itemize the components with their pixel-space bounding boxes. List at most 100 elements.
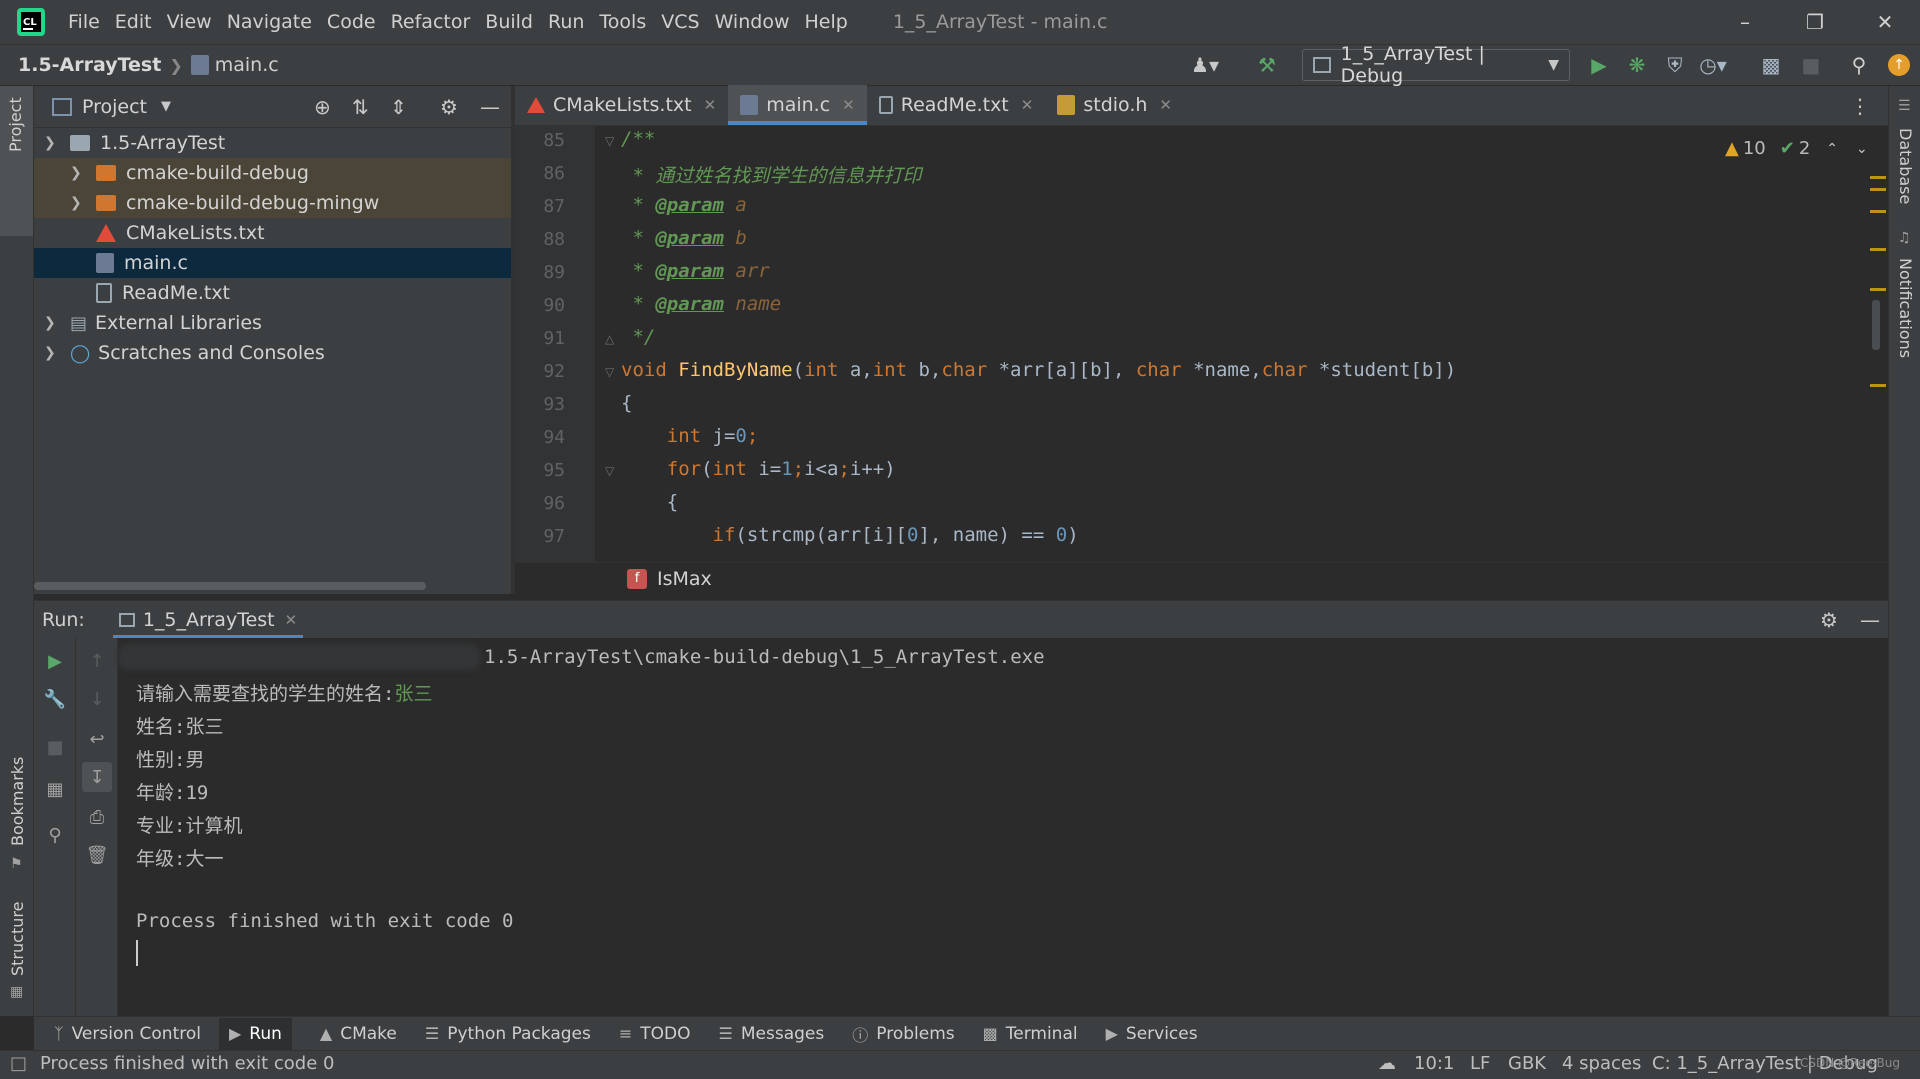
tab-terminal[interactable]: ▩ Terminal [983,1024,1078,1044]
collapse-all-icon[interactable]: ⇕ [390,95,407,119]
tree-item-external-libraries[interactable]: ❯ ▤ External Libraries [34,308,511,338]
soft-wrap-icon[interactable]: ↩ [84,726,110,752]
tree-item-cmake-build-debug-mingw[interactable]: ❯ cmake-build-debug-mingw [34,188,511,218]
hide-panel-icon[interactable]: — [1860,608,1880,632]
tree-item-cmakelists[interactable]: CMakeLists.txt [34,218,511,248]
layout-icon[interactable]: ▦ [42,776,68,802]
menu-help[interactable]: Help [804,11,847,33]
menu-build[interactable]: Build [485,11,533,33]
tab-run-config[interactable]: 1_5_ArrayTest ✕ [112,601,304,639]
chevron-right-icon[interactable]: ❯ [70,165,82,181]
menu-file[interactable]: File [68,11,100,33]
run-configuration-select[interactable]: 1_5_ArrayTest | Debug ▼ [1302,43,1570,87]
menu-view[interactable]: View [167,11,212,33]
scroll-to-end-icon[interactable]: ↧ [82,762,112,792]
tab-todo[interactable]: ≡ TODO [619,1024,691,1044]
chevron-down-icon[interactable]: ⌄ [1856,141,1868,157]
rerun-icon[interactable]: ▶ [42,648,68,674]
tab-readme[interactable]: ReadMe.txt ✕ [867,85,1046,125]
close-tab-icon[interactable]: ✕ [1021,96,1034,114]
debug-bug-icon[interactable]: ❋ [1622,50,1652,80]
tab-version-control[interactable]: ᛉ Version Control [54,1024,201,1044]
breadcrumb-project[interactable]: 1.5-ArrayTest [18,54,161,76]
sync-icon[interactable]: ☁ [1378,1053,1396,1074]
settings-gear-icon[interactable]: ⚙ [1820,608,1838,632]
coverage-icon[interactable]: ⛨ [1660,50,1690,80]
wrench-icon[interactable]: 🔧 [42,686,68,712]
close-button[interactable]: ✕ [1850,0,1920,44]
tree-item-readme[interactable]: ReadMe.txt [34,278,511,308]
expand-all-icon[interactable]: ⇅ [352,95,369,119]
tree-item-scratches[interactable]: ❯ ◯ Scratches and Consoles [34,338,511,368]
tab-main-c[interactable]: main.c ✕ [728,85,867,125]
restore-button[interactable]: ❐ [1780,0,1850,44]
locate-target-icon[interactable]: ⊕ [314,95,331,119]
caret-position[interactable]: 10:1 [1414,1053,1454,1074]
menu-navigate[interactable]: Navigate [227,11,312,33]
tab-run[interactable]: ▶ Run [218,1017,292,1050]
editor-breadcrumb[interactable]: f IsMax [515,562,1888,594]
close-tab-icon[interactable]: ✕ [842,96,855,114]
fold-icon[interactable]: ▽ [605,464,614,478]
vertical-scrollbar[interactable] [1872,300,1880,350]
tree-item-cmake-build-debug[interactable]: ❯ cmake-build-debug [34,158,511,188]
code-editor[interactable]: 85 86 87 88 89 90 91 92 93 94 95 96 97 ▽… [515,126,1888,562]
tab-messages[interactable]: ☰ Messages [719,1024,825,1044]
chevron-up-icon[interactable]: ⌃ [1826,141,1838,157]
fold-icon[interactable]: ▽ [605,134,614,148]
fold-icon[interactable]: △ [605,332,614,346]
close-tab-icon[interactable]: ✕ [1159,96,1172,114]
tab-cmake[interactable]: ▲ CMake [320,1024,397,1044]
indent-setting[interactable]: 4 spaces [1562,1053,1641,1074]
tab-cmakelists[interactable]: CMakeLists.txt ✕ [515,85,728,125]
menu-edit[interactable]: Edit [115,11,152,33]
notifications-tool-tab[interactable]: Notifications [1896,258,1915,358]
menu-window[interactable]: Window [715,11,790,33]
tab-stdio-h[interactable]: stdio.h ✕ [1045,85,1184,125]
database-tool-tab[interactable]: Database [1896,128,1915,204]
update-icon[interactable]: ↑ [1884,50,1914,80]
stop-icon[interactable]: ■ [1796,50,1826,80]
more-tabs-icon[interactable]: ⋮ [1850,94,1870,118]
breadcrumb-file[interactable]: main.c [215,54,279,76]
close-tab-icon[interactable]: ✕ [285,611,298,629]
file-encoding[interactable]: GBK [1508,1053,1546,1074]
inspection-widget[interactable]: ▲ 10 ✔ 2 ⌃ ⌄ [1725,138,1868,159]
tab-python-packages[interactable]: ☰ Python Packages [425,1024,591,1044]
tab-problems[interactable]: ⓘ Problems [852,1022,954,1046]
user-icon[interactable]: ♟▾ [1190,50,1220,80]
chevron-right-icon[interactable]: ❯ [70,195,82,211]
project-view-selector[interactable]: Project [82,96,147,118]
profiler-icon[interactable]: ◷▾ [1698,50,1728,80]
settings-gear-icon[interactable]: ⚙ [440,95,458,119]
chevron-right-icon[interactable]: ❯ [44,345,56,361]
fold-icon[interactable]: ▽ [605,365,614,379]
trash-icon[interactable]: 🗑 [84,842,110,868]
print-icon[interactable]: ⎙ [84,804,110,830]
stop-icon[interactable]: ■ [42,734,68,760]
search-icon[interactable]: ⚲ [1844,50,1874,80]
line-separator[interactable]: LF [1470,1053,1490,1074]
attach-process-icon[interactable]: ▩ [1756,50,1786,80]
arrow-up-icon[interactable]: ↑ [84,648,110,674]
build-hammer-icon[interactable]: ⚒ [1252,50,1282,80]
breadcrumb-function[interactable]: IsMax [657,568,712,590]
chevron-down-icon[interactable]: ❯ [44,135,56,151]
menu-tools[interactable]: Tools [599,11,646,33]
tree-item-root[interactable]: ❯ 1.5-ArrayTest [34,128,511,158]
project-tool-tab[interactable]: Project [6,97,25,152]
close-tab-icon[interactable]: ✕ [704,96,717,114]
panel-toggle-icon[interactable]: □ [10,1053,27,1074]
minimize-button[interactable]: – [1710,0,1780,44]
run-icon[interactable]: ▶ [1584,50,1614,80]
tab-services[interactable]: ▶ Services [1106,1024,1198,1044]
menu-code[interactable]: Code [327,11,376,33]
bookmarks-tool-tab[interactable]: Bookmarks [8,757,27,846]
structure-tool-tab[interactable]: Structure [8,902,27,976]
menu-refactor[interactable]: Refactor [391,11,471,33]
arrow-down-icon[interactable]: ↓ [84,686,110,712]
pin-icon[interactable]: ⚲ [42,822,68,848]
chevron-down-icon[interactable]: ▼ [161,99,171,114]
chevron-right-icon[interactable]: ❯ [44,315,56,331]
horizontal-scrollbar[interactable] [34,582,426,590]
